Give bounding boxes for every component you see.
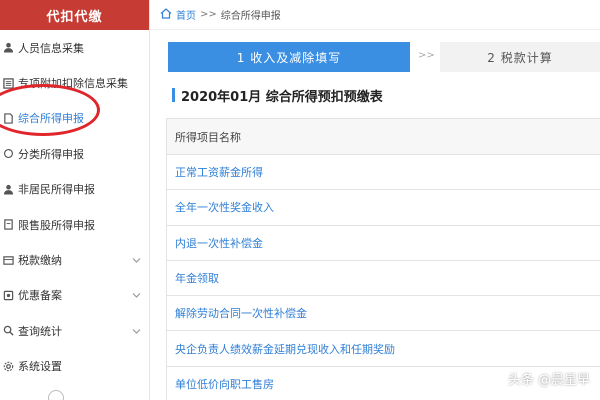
sidebar-item-query-statistics[interactable]: 查询统计 [0, 313, 149, 348]
breadcrumb-separator: >> [200, 9, 217, 20]
sidebar: 代扣代缴 人员信息采集 专项附加扣除信息采集 综合所得申报 分类所得申报 非居民… [0, 0, 150, 400]
sidebar-item-label: 优惠备案 [18, 289, 62, 303]
step-separator: >> [418, 50, 435, 61]
sidebar-title: 代扣代缴 [0, 0, 149, 30]
sidebar-item-special-deduction[interactable]: 专项附加扣除信息采集 [0, 65, 149, 100]
person-icon [2, 42, 14, 54]
page-title: 2020年01月 综合所得预扣预缴表 [181, 90, 383, 105]
step-tax-calculation-tab[interactable]: 2 税款计算 [440, 42, 600, 72]
settings-icon [2, 360, 14, 372]
sidebar-item-label: 专项附加扣除信息采集 [18, 77, 128, 91]
list-icon [2, 77, 14, 89]
chevron-down-icon[interactable] [132, 289, 141, 302]
person-icon [2, 183, 14, 195]
table-row-annuity[interactable]: 年金领取 [167, 260, 600, 297]
search-icon [2, 325, 14, 337]
sidebar-item-nonresident-income[interactable]: 非居民所得申报 [0, 172, 149, 207]
document-icon [2, 112, 14, 124]
table-row-contract-termination[interactable]: 解除劳动合同一次性补偿金 [167, 296, 600, 332]
sidebar-item-label: 人员信息采集 [18, 41, 84, 55]
sidebar-item-label: 税款缴纳 [18, 254, 62, 268]
file-icon [2, 219, 14, 231]
table-row-soe-deferred-pay[interactable]: 央企负责人绩效薪金延期兑现收入和任期奖励 [167, 331, 600, 367]
chevron-down-icon[interactable] [132, 254, 141, 267]
chevron-down-icon[interactable] [132, 324, 141, 337]
watermark: 头条 @晨星早 [507, 373, 590, 388]
table-header: 所得项目名称 [167, 119, 600, 155]
sidebar-item-label: 分类所得申报 [18, 147, 84, 161]
collapse-icon[interactable] [48, 390, 64, 400]
payment-icon [2, 254, 14, 266]
certificate-icon [2, 289, 14, 301]
title-accent-bar [172, 88, 175, 102]
sidebar-item-restricted-shares[interactable]: 限售股所得申报 [0, 207, 149, 242]
sidebar-item-label: 查询统计 [18, 324, 62, 338]
breadcrumb-current: 综合所得申报 [220, 11, 281, 22]
sidebar-item-comprehensive-income[interactable]: 综合所得申报 [0, 101, 149, 136]
sidebar-item-preferential-filing[interactable]: 优惠备案 [0, 278, 149, 313]
step-income-deduction-tab[interactable]: 1 收入及减除填写 [168, 42, 410, 72]
refresh-icon [2, 148, 14, 160]
sidebar-item-label: 非居民所得申报 [18, 183, 95, 197]
table-row-early-retirement[interactable]: 内退一次性补偿金 [167, 225, 600, 261]
sidebar-item-system-settings[interactable]: 系统设置 [0, 349, 149, 384]
sidebar-item-label: 系统设置 [18, 360, 62, 374]
table-row-regular-salary[interactable]: 正常工资薪金所得 [167, 155, 600, 191]
income-items-table: 所得项目名称 正常工资薪金所得 全年一次性奖金收入 内退一次性补偿金 年金领取 … [166, 118, 600, 400]
sidebar-item-tax-payment[interactable]: 税款缴纳 [0, 242, 149, 277]
sidebar-item-classified-income[interactable]: 分类所得申报 [0, 136, 149, 171]
breadcrumb-home-link[interactable]: 首页 [176, 7, 196, 22]
sidebar-item-personnel-info[interactable]: 人员信息采集 [0, 30, 149, 65]
breadcrumb: 首页 >> 综合所得申报 [150, 0, 600, 30]
table-row-annual-bonus[interactable]: 全年一次性奖金收入 [167, 190, 600, 226]
home-icon[interactable] [160, 7, 172, 22]
sidebar-item-label: 综合所得申报 [18, 112, 84, 126]
sidebar-item-label: 限售股所得申报 [18, 218, 95, 232]
